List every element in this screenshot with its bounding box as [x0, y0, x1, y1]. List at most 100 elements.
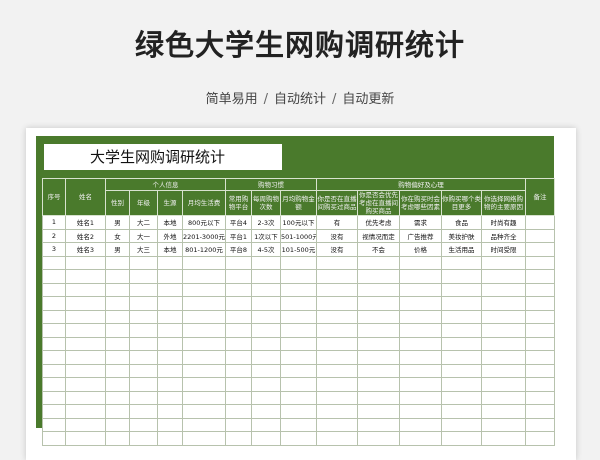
table-cell[interactable] [525, 255, 556, 270]
table-cell[interactable] [65, 377, 106, 392]
table-cell[interactable]: 有 [316, 215, 358, 230]
table-cell[interactable] [480, 404, 527, 419]
table-cell[interactable] [316, 350, 358, 365]
table-cell[interactable] [316, 417, 358, 432]
table-cell[interactable] [280, 336, 317, 351]
table-cell[interactable] [182, 282, 226, 297]
table-cell[interactable] [251, 377, 281, 392]
table-cell[interactable] [65, 363, 106, 378]
table-cell[interactable] [42, 363, 66, 378]
table-cell[interactable] [480, 417, 527, 432]
table-cell[interactable] [42, 309, 66, 324]
table-cell[interactable] [105, 336, 130, 351]
table-cell[interactable]: 时间受限 [480, 242, 527, 257]
table-cell[interactable] [441, 404, 482, 419]
table-cell[interactable] [42, 404, 66, 419]
table-cell[interactable]: 3 [42, 242, 66, 257]
table-cell[interactable] [441, 363, 482, 378]
table-cell[interactable] [280, 363, 317, 378]
table-cell[interactable] [316, 255, 358, 270]
table-cell[interactable]: 男 [105, 242, 130, 257]
table-cell[interactable] [316, 269, 358, 284]
table-cell[interactable] [251, 296, 281, 311]
table-cell[interactable] [157, 323, 183, 338]
table-cell[interactable] [357, 269, 400, 284]
table-cell[interactable] [357, 417, 400, 432]
table-cell[interactable]: 100元以下 [280, 215, 317, 230]
table-cell[interactable] [525, 323, 556, 338]
table-cell[interactable] [399, 417, 442, 432]
table-cell[interactable] [182, 255, 226, 270]
table-cell[interactable] [357, 350, 400, 365]
table-cell[interactable] [441, 390, 482, 405]
table-cell[interactable]: 大三 [129, 242, 158, 257]
table-cell[interactable]: 品种齐全 [480, 228, 527, 243]
table-cell[interactable] [399, 390, 442, 405]
table-cell[interactable] [316, 377, 358, 392]
table-cell[interactable] [182, 404, 226, 419]
table-cell[interactable] [280, 390, 317, 405]
table-cell[interactable] [251, 363, 281, 378]
table-cell[interactable] [65, 350, 106, 365]
table-cell[interactable] [316, 323, 358, 338]
table-cell[interactable] [251, 336, 281, 351]
table-cell[interactable] [42, 390, 66, 405]
table-cell[interactable] [399, 431, 442, 446]
table-cell[interactable] [251, 323, 281, 338]
table-cell[interactable] [357, 390, 400, 405]
table-cell[interactable] [480, 350, 527, 365]
table-cell[interactable] [225, 269, 252, 284]
table-cell[interactable] [225, 255, 252, 270]
table-cell[interactable]: 广告推荐 [399, 228, 442, 243]
table-cell[interactable] [105, 350, 130, 365]
table-cell[interactable] [157, 417, 183, 432]
table-cell[interactable] [399, 282, 442, 297]
table-cell[interactable] [441, 336, 482, 351]
table-cell[interactable] [399, 377, 442, 392]
table-cell[interactable] [280, 404, 317, 419]
table-cell[interactable] [157, 282, 183, 297]
table-cell[interactable] [225, 296, 252, 311]
table-cell[interactable] [105, 431, 130, 446]
table-cell[interactable]: 1 [42, 215, 66, 230]
table-cell[interactable] [525, 417, 556, 432]
table-cell[interactable]: 101-500元 [280, 242, 317, 257]
table-cell[interactable] [42, 377, 66, 392]
table-cell[interactable] [480, 269, 527, 284]
table-cell[interactable] [129, 323, 158, 338]
table-cell[interactable]: 没有 [316, 228, 358, 243]
table-cell[interactable]: 2-3次 [251, 215, 281, 230]
table-cell[interactable] [316, 363, 358, 378]
table-cell[interactable] [399, 363, 442, 378]
table-cell[interactable] [480, 282, 527, 297]
table-cell[interactable] [129, 350, 158, 365]
table-cell[interactable] [129, 336, 158, 351]
table-cell[interactable] [182, 431, 226, 446]
table-cell[interactable] [105, 309, 130, 324]
table-cell[interactable]: 本地 [157, 215, 183, 230]
table-cell[interactable]: 平台8 [225, 242, 252, 257]
table-cell[interactable] [480, 363, 527, 378]
table-cell[interactable] [225, 404, 252, 419]
table-cell[interactable] [157, 431, 183, 446]
table-cell[interactable] [65, 309, 106, 324]
table-cell[interactable] [42, 269, 66, 284]
table-cell[interactable] [65, 390, 106, 405]
table-cell[interactable] [280, 323, 317, 338]
table-cell[interactable]: 美妆护肤 [441, 228, 482, 243]
table-cell[interactable] [251, 350, 281, 365]
table-cell[interactable] [65, 417, 106, 432]
table-cell[interactable] [525, 350, 556, 365]
table-cell[interactable] [525, 377, 556, 392]
table-cell[interactable]: 501-1000元 [280, 228, 317, 243]
table-cell[interactable] [182, 377, 226, 392]
table-cell[interactable] [182, 269, 226, 284]
table-cell[interactable] [441, 255, 482, 270]
table-cell[interactable] [357, 431, 400, 446]
table-cell[interactable] [157, 309, 183, 324]
table-cell[interactable] [225, 363, 252, 378]
table-cell[interactable] [480, 390, 527, 405]
table-cell[interactable] [441, 282, 482, 297]
table-cell[interactable] [316, 309, 358, 324]
table-cell[interactable] [441, 269, 482, 284]
